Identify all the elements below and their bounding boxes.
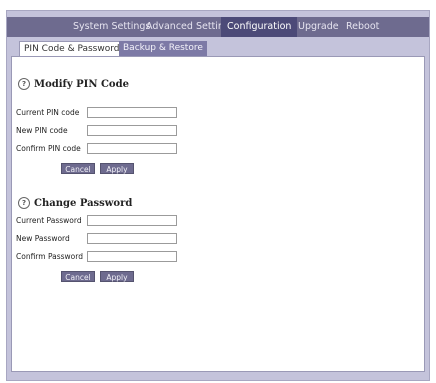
confirm-pin-label: Confirm PIN code <box>16 144 81 153</box>
password-cancel-button[interactable]: Cancel <box>61 271 95 282</box>
new-password-label: New Password <box>16 234 70 243</box>
pin-section-title: Modify PIN Code <box>34 79 129 90</box>
pin-help-icon[interactable]: ? <box>18 78 30 90</box>
current-pin-label: Current PIN code <box>16 108 80 117</box>
content-panel: ? Modify PIN Code Current PIN code New P… <box>11 56 425 372</box>
tab-pin-code-password[interactable]: PIN Code & Password <box>19 41 125 57</box>
nav-upgrade[interactable]: Upgrade <box>292 17 345 37</box>
top-navigation: System Settings Advanced Settings Config… <box>7 17 429 37</box>
tab-backup-restore[interactable]: Backup & Restore <box>119 41 207 56</box>
new-pin-input[interactable] <box>87 125 177 136</box>
confirm-password-input[interactable] <box>87 251 177 262</box>
new-password-input[interactable] <box>87 233 177 244</box>
current-password-label: Current Password <box>16 216 82 225</box>
password-section-title: Change Password <box>34 198 133 209</box>
confirm-pin-input[interactable] <box>87 143 177 154</box>
pin-apply-button[interactable]: Apply <box>100 163 134 174</box>
password-apply-button[interactable]: Apply <box>100 271 134 282</box>
nav-reboot[interactable]: Reboot <box>340 17 385 37</box>
password-help-icon[interactable]: ? <box>18 197 30 209</box>
current-password-input[interactable] <box>87 215 177 226</box>
nav-configuration[interactable]: Configuration <box>221 17 298 37</box>
router-config-frame: System Settings Advanced Settings Config… <box>6 10 430 381</box>
confirm-password-label: Confirm Password <box>16 252 83 261</box>
current-pin-input[interactable] <box>87 107 177 118</box>
pin-cancel-button[interactable]: Cancel <box>61 163 95 174</box>
new-pin-label: New PIN code <box>16 126 68 135</box>
